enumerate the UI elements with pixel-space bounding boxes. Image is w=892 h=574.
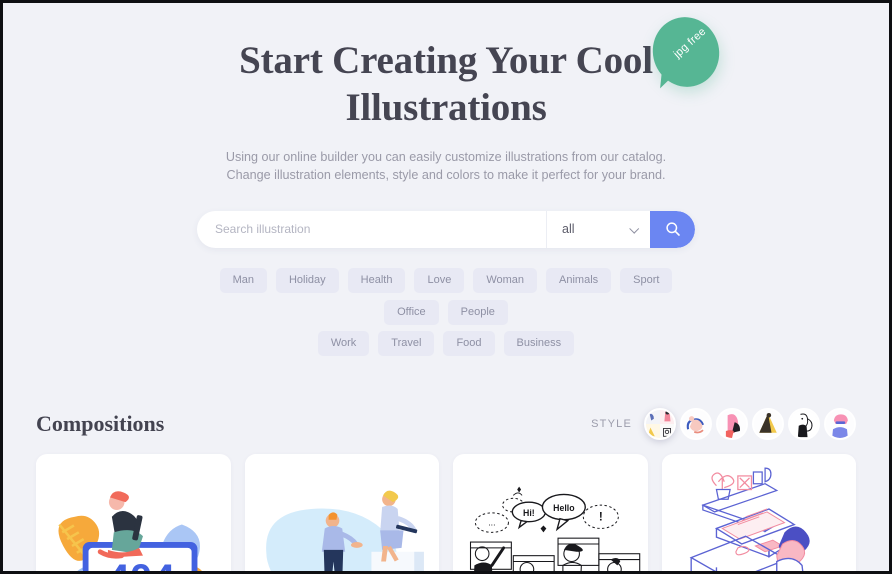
page-title: Start Creating Your Cool Illustrations <box>211 41 681 127</box>
style-avatar-blue-portrait[interactable] <box>824 407 856 440</box>
jpg-free-badge: jpg free <box>643 8 733 101</box>
tag-chip[interactable]: Love <box>414 267 465 293</box>
tag-chip[interactable]: Man <box>219 267 267 293</box>
style-thumb-lineart-icon <box>790 409 818 438</box>
style-avatar-line-art[interactable] <box>788 407 820 440</box>
compositions-header: Compositions STYLE <box>3 407 889 440</box>
search-input[interactable] <box>197 210 546 248</box>
style-thumb-pastel-icon <box>682 409 710 438</box>
bubble-hi-text: Hi! <box>523 508 535 518</box>
category-select[interactable]: all <box>546 210 650 248</box>
style-avatar-pastel-pose[interactable] <box>680 407 712 440</box>
style-thumb-pinkhair-icon <box>718 409 746 438</box>
page-title-line2: Illustrations <box>345 86 547 129</box>
bubble-hello-text: Hello <box>553 503 574 513</box>
tag-chip[interactable]: Travel <box>378 330 435 356</box>
hero-section: jpg free Start Creating Your Cool Illust… <box>3 3 889 356</box>
illustration-isometric-desk <box>661 456 856 571</box>
style-avatar-collage[interactable] <box>644 407 676 440</box>
composition-card-video-call[interactable]: ... ! Hi! Hello <box>453 453 648 571</box>
style-thumb-collage-icon <box>646 409 674 438</box>
tag-chip[interactable]: Business <box>503 330 575 356</box>
category-select-value: all <box>562 222 575 237</box>
tag-list-row1: Man Holiday Health Love Woman Animals Sp… <box>196 267 696 325</box>
ellipsis-bubble-text: ... <box>488 517 495 527</box>
section-title: Compositions <box>36 410 165 436</box>
composition-card-404-error[interactable]: 404 ERROR <box>36 453 231 571</box>
tag-chip[interactable]: Work <box>317 330 370 356</box>
tag-list-row2: Work Travel Food Business <box>196 330 696 356</box>
style-avatar-yellow-dress[interactable] <box>752 407 784 440</box>
tag-chip[interactable]: Health <box>347 267 406 293</box>
style-label: STYLE <box>591 417 632 430</box>
illustration-video-call: ... ! Hi! Hello <box>453 456 648 571</box>
hero-subtitle: Using our online builder you can easily … <box>225 150 667 182</box>
search-button[interactable] <box>650 210 695 248</box>
tag-chip[interactable]: Animals <box>546 267 612 293</box>
tag-chip[interactable]: Woman <box>473 267 538 293</box>
search-icon <box>665 222 680 237</box>
illustration-bar-chart-people <box>244 456 439 571</box>
style-selector: STYLE <box>591 407 856 440</box>
composition-card-isometric-desk[interactable] <box>661 453 856 571</box>
exclamation-bubble-text: ! <box>599 510 603 523</box>
style-avatar-pink-hair[interactable] <box>716 407 748 440</box>
tag-chip[interactable]: Office <box>384 299 439 325</box>
chevron-down-icon <box>629 224 640 234</box>
style-thumb-blueportrait-icon <box>826 409 854 438</box>
page-title-line1: Start Creating Your Cool <box>239 39 653 82</box>
search-bar: all <box>197 210 695 248</box>
tag-chip[interactable]: Holiday <box>275 267 339 293</box>
compositions-grid: 404 ERROR <box>3 453 889 571</box>
illustration-404-error: 404 ERROR <box>36 456 231 571</box>
browser-viewport: jpg free Start Creating Your Cool Illust… <box>0 0 892 574</box>
tag-chip[interactable]: Food <box>443 330 495 356</box>
tag-chip[interactable]: Sport <box>620 267 673 293</box>
composition-card-bar-chart-people[interactable] <box>244 453 439 571</box>
style-thumb-yellow-icon <box>754 409 782 438</box>
tag-chip[interactable]: People <box>447 299 508 325</box>
